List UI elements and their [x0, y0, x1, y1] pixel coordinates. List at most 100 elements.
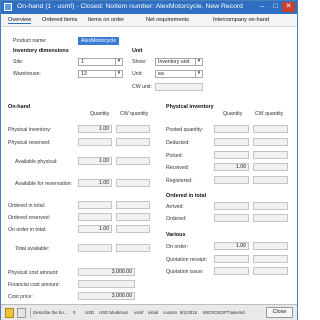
ordered-reserved-label: Ordered reserved: — [8, 215, 51, 221]
available-for-reservation-cw — [116, 179, 150, 187]
on-order-label: On order: — [166, 244, 188, 250]
on-hand-window: On-hand (1 - usmf) - Closed: NoItem numb… — [0, 0, 298, 320]
window-title: On-hand (1 - usmf) - Closed: NoItem numb… — [17, 3, 243, 10]
unit-label: Unit: — [132, 71, 143, 77]
deducted-label: Deducted: — [166, 140, 190, 146]
deducted-cw — [253, 138, 288, 146]
ordered-in-total-heading: Ordered in total — [166, 193, 207, 199]
ordered-in-total-cw — [116, 201, 150, 209]
cost-price-field: 3,000.00 — [78, 292, 135, 300]
registered-cw — [253, 176, 288, 184]
title-bar: On-hand (1 - usmf) - Closed: NoItem numb… — [1, 1, 297, 14]
status-company: usmf — [134, 310, 144, 315]
available-physical-label: Available physical: — [15, 159, 58, 165]
on-order-in-total-cw — [116, 225, 150, 233]
on-order-cw — [253, 242, 288, 250]
cw-unit-label: CW unit: — [132, 84, 152, 90]
total-available-qty — [78, 244, 112, 252]
ordered-qty — [214, 214, 249, 222]
physical-cost-amount-label: Physical cost amount: — [8, 270, 59, 276]
registered-qty — [214, 176, 249, 184]
unit-value: ea — [158, 71, 164, 77]
total-available-cw — [116, 244, 150, 252]
physical-reserved-label: Physical reserved: — [8, 140, 51, 146]
status-divider — [30, 308, 31, 318]
received-qty: 1.00 — [214, 163, 249, 171]
status-partition: initial — [148, 310, 159, 315]
site-label: Site: — [13, 59, 24, 65]
picked-cw — [253, 151, 288, 159]
arrived-label: Arrived: — [166, 204, 184, 210]
deducted-qty — [214, 138, 249, 146]
tab-items-on-order[interactable]: Items on order — [88, 17, 124, 23]
on-order-qty: 1.00 — [214, 242, 249, 250]
status-bar: Describe the bu... 0 USD USD Model usr u… — [1, 304, 297, 320]
status-date: 8/1/2015 — [180, 310, 198, 315]
status-mode: custom — [163, 310, 178, 315]
cost-price-label: Cost price: — [8, 294, 33, 300]
financial-cost-amount-field — [78, 280, 135, 288]
physical-cost-amount-field: 3,000.00 — [78, 268, 135, 276]
arrived-qty — [214, 202, 249, 210]
chevron-down-icon[interactable]: ▼ — [115, 58, 122, 66]
physical-inventory-qty: 1.00 — [78, 125, 112, 133]
available-physical-qty: 1.00 — [78, 157, 112, 165]
tab-net-requirements[interactable]: Net requirements — [146, 17, 189, 23]
ordered-cw — [253, 214, 288, 222]
cw-unit-field[interactable] — [155, 83, 203, 91]
ordered-reserved-cw — [116, 213, 150, 221]
ordered-in-total-qty — [78, 201, 112, 209]
arrived-cw — [253, 202, 288, 210]
physical-inventory-label: Physical inventory: — [8, 127, 52, 133]
received-cw — [253, 163, 288, 171]
physical-quantity-header: Quantity — [223, 111, 243, 117]
physical-inventory-heading: Physical inventory — [166, 104, 214, 110]
received-label: Received: — [166, 165, 190, 171]
physical-reserved-cw — [116, 138, 150, 146]
chevron-down-icon[interactable]: ▼ — [115, 70, 122, 78]
on-hand-heading: On-hand — [8, 104, 31, 110]
ordered-reserved-qty — [78, 213, 112, 221]
tab-ordered-items[interactable]: Ordered items — [42, 17, 77, 23]
ordered-in-total-label: Ordered in total: — [8, 203, 46, 209]
chevron-down-icon[interactable]: ▼ — [195, 70, 202, 78]
show-value: Inventory unit — [158, 59, 190, 65]
available-for-reservation-label: Available for reservation: — [15, 181, 72, 187]
chevron-down-icon[interactable]: ▼ — [195, 58, 202, 66]
physical-reserved-qty — [78, 138, 112, 146]
maximize-button[interactable]: □ — [269, 2, 282, 12]
physical-inventory-cw — [116, 125, 150, 133]
various-heading: Various — [166, 232, 186, 238]
posted-quantity-cw — [253, 125, 288, 133]
pencil-icon[interactable] — [5, 308, 14, 318]
on-hand-quantity-header: Quantity — [90, 111, 110, 117]
inventory-dimensions-heading: Inventory dimensions — [13, 48, 69, 54]
total-available-label: Total available: — [15, 246, 50, 252]
minimize-button[interactable]: – — [256, 2, 269, 12]
close-window-button[interactable]: ✕ — [282, 2, 295, 12]
quotation-receipt-cw — [253, 255, 288, 263]
quotation-issue-qty — [214, 267, 249, 275]
status-count: 0 — [73, 310, 76, 315]
tab-overview[interactable]: Overview — [8, 17, 32, 24]
tab-strip: Overview Ordered items Items on order Ne… — [1, 14, 297, 27]
site-value: 1 — [81, 59, 84, 65]
product-name-field[interactable]: AlexMotorcycle — [78, 37, 120, 45]
status-user: MICROSOFT\alexmd — [203, 310, 245, 315]
available-physical-cw — [116, 157, 150, 165]
quotation-receipt-label: Quotation receipt: — [166, 257, 207, 263]
tab-intercompany-on-hand[interactable]: Intercompany on-hand — [213, 17, 269, 23]
quotation-issue-cw — [253, 267, 288, 275]
financial-cost-amount-label: Financial cost amount: — [8, 282, 60, 288]
picked-qty — [214, 151, 249, 159]
attachment-icon[interactable] — [17, 308, 26, 318]
status-model: USD Model — [99, 310, 122, 315]
registered-label: Registered: — [166, 178, 193, 184]
product-name-label: Product name: — [13, 38, 47, 44]
app-icon — [4, 3, 12, 11]
quotation-receipt-qty — [214, 255, 249, 263]
unit-heading: Unit — [132, 48, 143, 54]
show-label: Show: — [132, 59, 147, 65]
physical-cw-quantity-header: CW quantity — [255, 111, 284, 117]
close-button[interactable]: Close — [266, 307, 293, 318]
